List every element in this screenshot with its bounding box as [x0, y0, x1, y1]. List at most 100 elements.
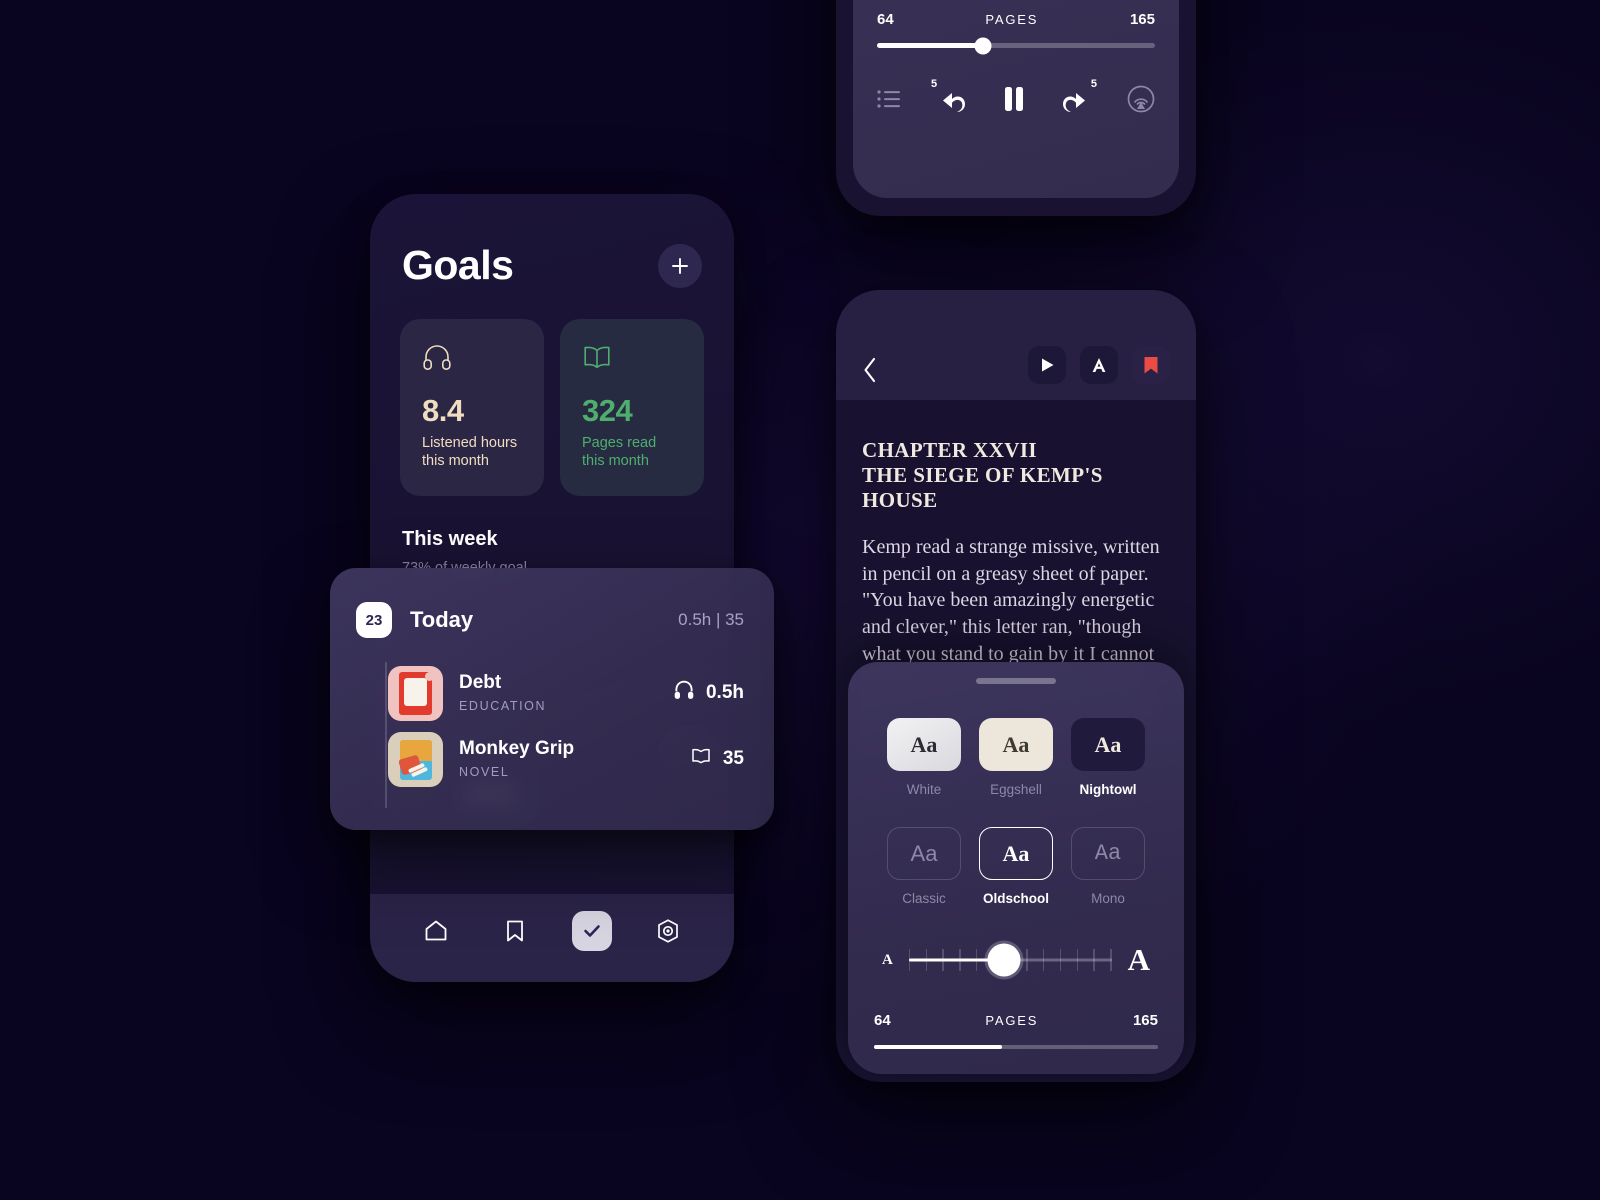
stat-card-listened-hours[interactable]: 8.4 Listened hours this month — [400, 319, 544, 497]
book-cover-debt — [388, 665, 443, 721]
entry-stat-group: 0.5h — [673, 680, 744, 706]
forward-amount-label: 5 — [1090, 78, 1097, 90]
sheet-grip-handle[interactable] — [976, 678, 1056, 684]
today-summary-card[interactable]: 23 Today 0.5h | 35 Debt EDUCATION 0.5h M… — [330, 568, 774, 830]
font-label-oldschool: Oldschool — [982, 891, 1049, 906]
audio-progress-knob[interactable] — [974, 37, 992, 54]
book-cover-monkey-grip — [388, 731, 443, 787]
rewind-amount-label: 5 — [931, 78, 938, 90]
typo-pages-label: PAGES — [985, 1013, 1039, 1028]
canvas: 0.25x 0.5x 1x 1.5x 2x 64 PAGES 165 — [0, 0, 1600, 1200]
entry-stat-group: 35 — [690, 746, 744, 772]
headphones-icon — [422, 343, 522, 373]
audio-player-device: 0.25x 0.5x 1x 1.5x 2x 64 PAGES 165 — [836, 0, 1196, 216]
stat-value-pages-read: 324 — [582, 393, 633, 428]
reader-device: CHAPTER XXVII THE SIEGE OF KEMP'S HOUSE … — [836, 290, 1196, 1082]
entry-title: Monkey Grip — [459, 738, 575, 760]
audio-player-sheet: 0.25x 0.5x 1x 1.5x 2x 64 PAGES 165 — [853, 0, 1179, 198]
chapter-number: CHAPTER XXVII — [862, 438, 1037, 462]
this-week-section: This week 73% of weekly goal — [370, 496, 734, 576]
chevron-left-icon[interactable] — [862, 356, 878, 384]
rewind-5-icon[interactable]: 5 — [931, 78, 973, 116]
today-label: Today — [410, 607, 474, 632]
bottom-tab-bar — [370, 894, 734, 982]
stat-card-pages-read[interactable]: 324 Pages read this month — [560, 319, 704, 497]
theme-swatch-row: Aa White Aa Eggshell Aa Nightowl — [874, 718, 1158, 797]
theme-label-eggshell: Eggshell — [990, 782, 1042, 797]
tab-bookmarks[interactable] — [492, 908, 538, 954]
font-label-mono: Mono — [1091, 891, 1125, 906]
this-week-title: This week — [402, 528, 498, 551]
theme-sample-nightowl: Aa — [1071, 718, 1145, 771]
tab-goals[interactable] — [571, 911, 612, 951]
audio-progress-fill — [877, 43, 983, 48]
today-date-chip: 23 — [356, 602, 392, 638]
stat-label-line1-listened: Listened hours — [422, 435, 518, 451]
stat-label-line1-pages: Pages read — [582, 435, 657, 451]
font-option-mono[interactable]: Aa Mono — [1071, 827, 1145, 906]
list-item[interactable]: Monkey Grip NOVEL 35 — [388, 726, 744, 792]
theme-label-white: White — [906, 782, 942, 797]
reader-toolbar — [836, 290, 1196, 400]
theme-option-eggshell[interactable]: Aa Eggshell — [979, 718, 1053, 797]
theme-sample-white: Aa — [887, 718, 961, 771]
font-size-slider-row: A A — [874, 942, 1158, 978]
audio-pages-header: 64 PAGES 165 — [877, 11, 1155, 28]
theme-option-white[interactable]: Aa White — [887, 718, 961, 797]
entry-stat-value: 35 — [722, 748, 744, 769]
stat-label-line2-pages: this month — [582, 452, 649, 469]
font-option-row: Aa Classic Aa Oldschool Aa Mono — [874, 827, 1158, 906]
typography-settings-sheet: Aa White Aa Eggshell Aa Nightowl Aa Clas… — [848, 662, 1184, 1074]
open-book-icon — [690, 746, 712, 772]
goals-header: Goals — [370, 194, 734, 289]
stat-label-line2-listened: this month — [422, 452, 489, 469]
typography-pages-section: 64 PAGES 165 — [874, 1012, 1158, 1049]
today-card-header: 23 Today 0.5h | 35 — [356, 602, 744, 638]
bookmark-icon[interactable] — [1132, 346, 1170, 384]
entry-category: NOVEL — [459, 764, 510, 779]
tab-home[interactable] — [413, 908, 459, 954]
font-size-knob[interactable] — [987, 943, 1021, 977]
entry-stat-value: 0.5h — [705, 682, 744, 703]
font-label-classic: Classic — [902, 891, 946, 906]
airplay-cast-icon[interactable] — [1127, 85, 1155, 113]
chapter-title: THE SIEGE OF KEMP'S HOUSE — [862, 462, 1103, 512]
font-option-oldschool[interactable]: Aa Oldschool — [979, 827, 1053, 906]
open-book-icon — [582, 343, 682, 373]
today-summary-stats: 0.5h | 35 — [678, 610, 744, 629]
today-entries-list: Debt EDUCATION 0.5h Monkey Grip NOVEL 35 — [356, 660, 744, 808]
typo-page-start: 64 — [874, 1012, 891, 1029]
font-sample-oldschool: Aa — [979, 827, 1053, 880]
stats-row: 8.4 Listened hours this month 324 Pages … — [370, 289, 734, 497]
typo-page-end: 165 — [1132, 1012, 1158, 1029]
font-size-small-label: A — [882, 951, 893, 968]
tab-settings[interactable] — [645, 908, 691, 954]
font-size-large-label: A — [1127, 942, 1150, 977]
pause-button[interactable] — [1003, 86, 1025, 112]
stat-value-listened-hours: 8.4 — [422, 393, 464, 428]
font-sample-mono: Aa — [1071, 827, 1145, 880]
theme-sample-eggshell: Aa — [979, 718, 1053, 771]
entry-title: Debt — [459, 672, 502, 694]
audio-page-end: 165 — [1129, 11, 1155, 28]
theme-option-nightowl[interactable]: Aa Nightowl — [1071, 718, 1145, 797]
font-sample-classic: Aa — [887, 827, 961, 880]
add-goal-button[interactable] — [658, 243, 702, 288]
entry-category: EDUCATION — [459, 698, 547, 713]
headphones-icon — [673, 680, 695, 706]
page-title: Goals — [402, 242, 514, 288]
font-option-classic[interactable]: Aa Classic — [887, 827, 961, 906]
chapters-list-icon[interactable] — [877, 89, 901, 109]
audio-progress-slider[interactable] — [877, 37, 1155, 54]
typo-progress-bar[interactable] — [874, 1045, 1158, 1049]
text-format-icon[interactable] — [1080, 346, 1118, 384]
audio-page-start: 64 — [877, 11, 894, 28]
font-size-slider[interactable] — [908, 943, 1112, 977]
audio-controls-row: 5 5 — [877, 78, 1155, 116]
forward-5-icon[interactable]: 5 — [1055, 78, 1097, 116]
audio-pages-label: PAGES — [985, 12, 1039, 27]
play-icon[interactable] — [1028, 346, 1066, 384]
theme-label-nightowl: Nightowl — [1079, 782, 1137, 797]
typo-progress-fill — [874, 1045, 1002, 1049]
list-item[interactable]: Debt EDUCATION 0.5h — [388, 660, 744, 726]
